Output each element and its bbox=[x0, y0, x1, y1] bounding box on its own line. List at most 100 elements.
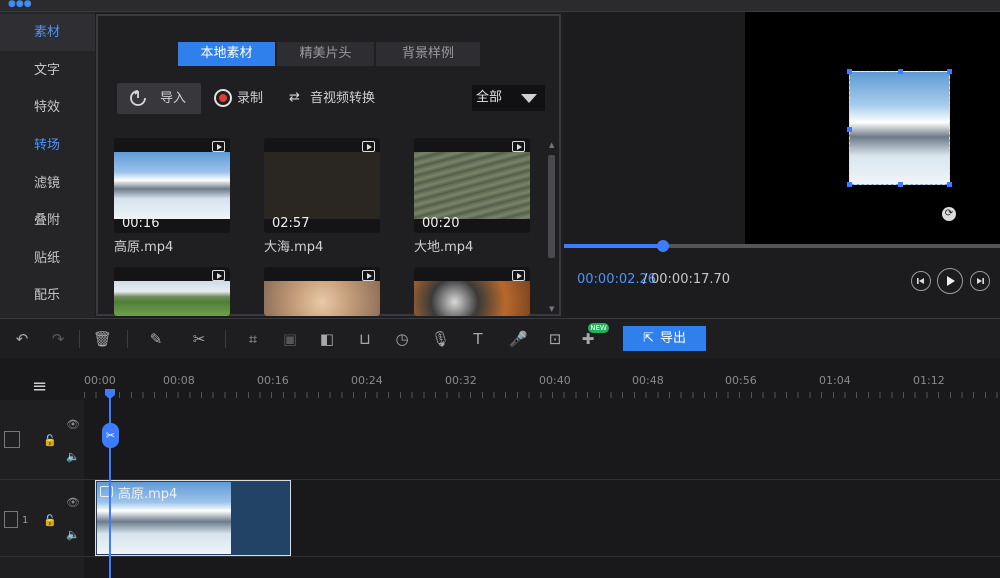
preview-selection-frame[interactable] bbox=[847, 69, 952, 187]
sidebar-item-stickers[interactable]: 贴纸 bbox=[0, 240, 95, 277]
video-icon bbox=[512, 141, 525, 152]
export-button[interactable]: ⇱ 导出 bbox=[623, 326, 706, 351]
track-number: 1 bbox=[22, 515, 29, 526]
media-filename: 高原.mp4 bbox=[114, 240, 174, 255]
undo-icon[interactable]: ↶ bbox=[13, 330, 31, 348]
layer-icon bbox=[4, 511, 18, 528]
add-track-icon[interactable]: ≡ bbox=[32, 378, 56, 396]
next-frame-button[interactable] bbox=[970, 271, 990, 291]
media-filename: 大海.mp4 bbox=[264, 240, 324, 255]
tab-local-media[interactable]: 本地素材 bbox=[178, 42, 275, 66]
step-forward-icon bbox=[977, 278, 984, 284]
resize-handle[interactable] bbox=[947, 69, 952, 74]
speed-icon[interactable]: ◷ bbox=[393, 330, 411, 348]
visibility-icon[interactable]: 👁 bbox=[66, 496, 80, 509]
delete-icon[interactable]: 🗑 bbox=[93, 330, 112, 348]
scroll-down-icon[interactable]: ▼ bbox=[549, 305, 554, 313]
media-filename: 大地.mp4 bbox=[414, 240, 474, 255]
sidebar-item-effects[interactable]: 特效 bbox=[0, 89, 95, 126]
resize-handle[interactable] bbox=[898, 69, 903, 74]
sidebar-item-transitions[interactable]: 转场 bbox=[0, 127, 95, 164]
media-item-5[interactable] bbox=[264, 267, 380, 316]
video-icon bbox=[212, 270, 225, 281]
ruler-label: 00:24 bbox=[351, 374, 383, 387]
media-item-6[interactable] bbox=[414, 267, 530, 316]
ruler-label: 00:40 bbox=[539, 374, 571, 387]
sidebar-item-music[interactable]: 配乐 bbox=[0, 277, 95, 314]
import-icon bbox=[130, 90, 146, 106]
record-icon[interactable] bbox=[214, 89, 232, 107]
resize-handle[interactable] bbox=[847, 69, 852, 74]
ruler-label: 01:12 bbox=[913, 374, 945, 387]
sidebar-item-text[interactable]: 文字 bbox=[0, 52, 95, 89]
sidebar-item-materials[interactable]: 素材 bbox=[0, 14, 95, 51]
scrollbar-thumb[interactable] bbox=[548, 155, 555, 258]
import-button[interactable]: 导入 bbox=[117, 83, 201, 114]
text-to-speech-icon[interactable]: T bbox=[469, 330, 487, 348]
split-scissors-icon[interactable]: ✂ bbox=[102, 423, 119, 448]
sidebar-item-overlays[interactable]: 叠附 bbox=[0, 202, 95, 239]
ruler-label: 00:16 bbox=[257, 374, 289, 387]
timeline-ruler[interactable]: 00:00 00:08 00:16 00:24 00:32 00:40 00:4… bbox=[84, 374, 1000, 400]
media-item-dadi[interactable]: 00:20 bbox=[414, 138, 530, 233]
tab-intros[interactable]: 精美片头 bbox=[277, 42, 374, 66]
track-lane-video[interactable] bbox=[84, 400, 1000, 480]
video-icon bbox=[362, 141, 375, 152]
video-icon bbox=[362, 270, 375, 281]
media-item-4[interactable] bbox=[114, 267, 230, 316]
media-item-gaoyuan[interactable]: 00:16 bbox=[114, 138, 230, 233]
new-badge: NEW bbox=[588, 323, 609, 333]
lock-icon[interactable]: 🔓 bbox=[43, 514, 57, 527]
lock-icon[interactable]: 🔓 bbox=[43, 434, 57, 447]
tab-backgrounds[interactable]: 背景样例 bbox=[376, 42, 480, 66]
ruler-label: 00:08 bbox=[163, 374, 195, 387]
voiceover-icon[interactable]: 🎙 bbox=[431, 330, 450, 348]
media-scrollbar[interactable]: ▲ ▼ bbox=[547, 141, 557, 316]
play-button[interactable] bbox=[937, 268, 963, 294]
playhead[interactable] bbox=[109, 390, 111, 578]
play-icon bbox=[947, 276, 955, 286]
mosaic-icon[interactable]: ◧ bbox=[318, 330, 336, 348]
speech-to-text-icon[interactable]: 🎤 bbox=[509, 330, 528, 348]
volume-icon[interactable]: 🔈 bbox=[66, 450, 80, 463]
export-label: 导出 bbox=[659, 331, 686, 346]
media-item-dahai[interactable]: 02:57 bbox=[264, 138, 380, 233]
crop-icon[interactable]: ⌗ bbox=[244, 330, 262, 348]
redo-icon[interactable]: ↷ bbox=[49, 330, 67, 348]
resize-handle[interactable] bbox=[847, 127, 852, 132]
playback-progress-knob[interactable] bbox=[656, 240, 669, 252]
edit-icon[interactable]: ✎ bbox=[147, 330, 165, 348]
preview-panel: ⟳ 00:00:02.26 / 00:00:17.70 bbox=[564, 12, 1000, 318]
sidebar-item-filters[interactable]: 滤镜 bbox=[0, 165, 95, 202]
video-icon bbox=[512, 270, 525, 281]
timeline-clip[interactable]: 高原.mp4 bbox=[95, 480, 291, 556]
import-label: 导入 bbox=[160, 91, 187, 106]
filter-value: 全部 bbox=[476, 90, 503, 105]
convert-icon: ⇄ bbox=[289, 90, 300, 105]
track-header-3 bbox=[0, 557, 84, 578]
audio-levels-icon[interactable]: ⊔ bbox=[356, 330, 374, 348]
media-duration: 00:16 bbox=[122, 216, 160, 231]
ruler-label: 00:32 bbox=[445, 374, 477, 387]
toolbar-divider bbox=[225, 330, 226, 348]
edit-toolbar: ↶ ↷ 🗑 ✎ ✂ ⌗ ▣ ◧ ⊔ ◷ 🎙 T 🎤 ⊡ ✚ NEW ⇱ 导出 bbox=[0, 318, 1000, 358]
rotate-icon[interactable]: ⟳ bbox=[942, 207, 956, 221]
freeze-icon[interactable]: ▣ bbox=[281, 330, 299, 348]
prev-frame-button[interactable] bbox=[911, 271, 931, 291]
playback-progress-fill bbox=[564, 244, 663, 248]
media-filter-select[interactable]: 全部 bbox=[472, 85, 545, 111]
video-icon bbox=[100, 486, 113, 497]
subtitle-icon[interactable]: ⊡ bbox=[546, 330, 564, 348]
visibility-icon[interactable]: 👁 bbox=[66, 418, 80, 431]
media-duration: 00:20 bbox=[422, 216, 460, 231]
record-button[interactable]: 录制 bbox=[237, 89, 263, 109]
toolbar-divider bbox=[127, 330, 128, 348]
scroll-up-icon[interactable]: ▲ bbox=[549, 141, 554, 149]
convert-button[interactable]: 音视频转换 bbox=[310, 89, 375, 109]
resize-handle[interactable] bbox=[947, 182, 952, 187]
resize-handle[interactable] bbox=[898, 182, 903, 187]
resize-handle[interactable] bbox=[847, 182, 852, 187]
film-icon bbox=[4, 431, 20, 448]
volume-icon[interactable]: 🔈 bbox=[66, 528, 80, 541]
scissors-icon[interactable]: ✂ bbox=[190, 330, 208, 348]
